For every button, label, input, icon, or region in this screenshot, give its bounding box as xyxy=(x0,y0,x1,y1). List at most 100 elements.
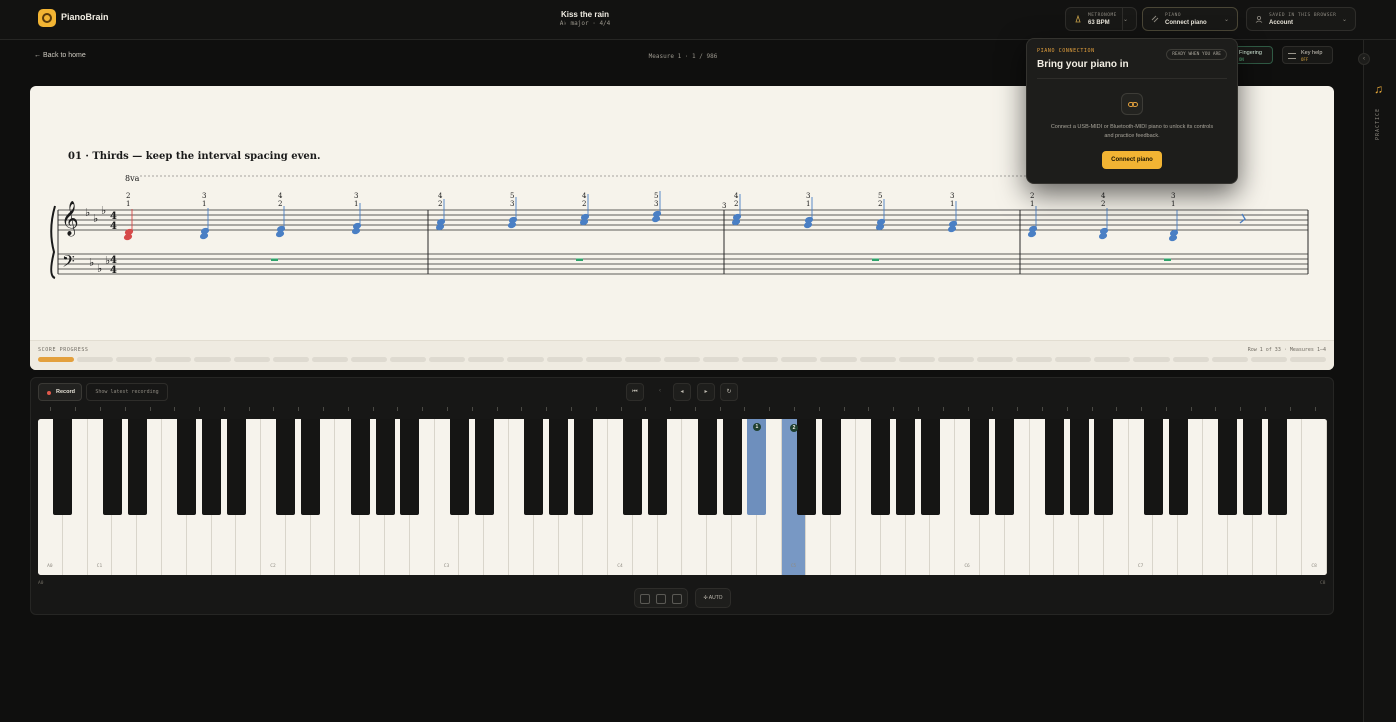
collapse-rail-button[interactable]: ‹ xyxy=(1358,53,1370,65)
progress-segment[interactable] xyxy=(898,357,935,362)
both-hands-icon[interactable] xyxy=(656,594,666,604)
progress-segment[interactable] xyxy=(468,357,505,362)
play-icon[interactable]: ▸ xyxy=(697,383,715,401)
black-key[interactable] xyxy=(449,419,469,515)
chevron-down-icon[interactable]: ⌄ xyxy=(1224,16,1229,23)
black-key[interactable] xyxy=(623,419,643,515)
progress-segment[interactable] xyxy=(585,357,622,362)
key-tick xyxy=(769,407,771,411)
progress-segment[interactable] xyxy=(194,357,231,362)
progress-segment[interactable] xyxy=(116,357,153,362)
black-key[interactable] xyxy=(920,419,940,515)
black-key[interactable] xyxy=(573,419,593,515)
music-note-icon[interactable]: ♫ xyxy=(1374,82,1383,96)
black-key[interactable] xyxy=(375,419,395,515)
progress-segment[interactable] xyxy=(937,357,974,362)
progress-segment[interactable] xyxy=(311,357,348,362)
progress-segment[interactable] xyxy=(38,357,75,362)
progress-segment[interactable] xyxy=(976,357,1014,362)
progress-segment[interactable] xyxy=(1289,357,1326,362)
progress-segment[interactable] xyxy=(429,357,466,362)
black-key[interactable] xyxy=(102,419,122,515)
black-key[interactable] xyxy=(871,419,891,515)
black-key[interactable] xyxy=(697,419,717,515)
flat-icon: ♭ xyxy=(85,206,90,219)
progress-segment[interactable] xyxy=(1094,357,1131,362)
progress-track[interactable] xyxy=(38,357,1326,362)
key-help-toggle[interactable]: Key help OFF xyxy=(1282,46,1333,64)
progress-segment[interactable] xyxy=(624,357,661,362)
black-key[interactable] xyxy=(1094,419,1114,515)
progress-segment[interactable] xyxy=(663,357,701,362)
left-hand-icon[interactable] xyxy=(640,594,650,604)
black-key[interactable] xyxy=(524,419,544,515)
black-key[interactable] xyxy=(648,419,668,515)
progress-segment[interactable] xyxy=(859,357,896,362)
step-back-icon[interactable]: ◂ xyxy=(673,383,691,401)
progress-segment[interactable] xyxy=(77,357,114,362)
progress-segment[interactable] xyxy=(272,357,309,362)
black-key[interactable] xyxy=(177,419,197,515)
progress-segment[interactable] xyxy=(546,357,583,362)
white-key[interactable]: C8 xyxy=(1302,419,1327,575)
progress-segment[interactable] xyxy=(390,357,427,362)
black-key[interactable] xyxy=(549,419,569,515)
progress-segment[interactable] xyxy=(1172,357,1209,362)
progress-segment[interactable] xyxy=(233,357,270,362)
progress-segment[interactable] xyxy=(507,357,544,362)
black-key[interactable] xyxy=(127,419,147,515)
right-hand-icon[interactable] xyxy=(672,594,682,604)
key-tick xyxy=(794,407,796,411)
black-key[interactable] xyxy=(1168,419,1188,515)
black-key[interactable] xyxy=(1243,419,1263,515)
connect-piano-button[interactable]: Connect piano xyxy=(1102,151,1162,169)
black-key[interactable] xyxy=(350,419,370,515)
progress-segment[interactable] xyxy=(350,357,388,362)
black-key[interactable] xyxy=(474,419,494,515)
black-key[interactable] xyxy=(970,419,990,515)
black-key[interactable] xyxy=(796,419,816,515)
progress-segment[interactable] xyxy=(1016,357,1053,362)
hand-selector[interactable] xyxy=(634,588,688,608)
progress-segment[interactable] xyxy=(781,357,818,362)
auto-button[interactable]: ✣ AUTO xyxy=(695,588,731,608)
fingering-state: ON xyxy=(1239,57,1244,62)
black-key[interactable] xyxy=(1069,419,1089,515)
black-key[interactable] xyxy=(202,419,222,515)
progress-segment[interactable] xyxy=(703,357,740,362)
skip-to-start-icon[interactable]: ⏮ xyxy=(626,383,644,401)
black-key[interactable] xyxy=(896,419,916,515)
black-key[interactable] xyxy=(747,419,767,515)
show-latest-recording-button[interactable]: Show latest recording xyxy=(86,383,168,401)
progress-segment[interactable] xyxy=(155,357,192,362)
score-progress-label: SCORE PROGRESS xyxy=(38,347,89,353)
progress-segment[interactable] xyxy=(1250,357,1287,362)
black-key[interactable] xyxy=(1218,419,1238,515)
piano-keyboard[interactable]: A0 C1 C2 C3 C4 C5 C6 C7 C8 1 2 xyxy=(38,419,1327,575)
record-button[interactable]: Record xyxy=(38,383,82,401)
loop-icon[interactable]: ↻ xyxy=(720,383,738,401)
black-key[interactable] xyxy=(722,419,742,515)
metronome-control[interactable]: METRONOME 63 BPM ⌄ xyxy=(1065,7,1137,31)
progress-segment[interactable] xyxy=(742,357,779,362)
black-key[interactable] xyxy=(1143,419,1163,515)
progress-segment[interactable] xyxy=(1055,357,1092,362)
progress-segment[interactable] xyxy=(1133,357,1170,362)
black-key[interactable] xyxy=(53,419,73,515)
black-key[interactable] xyxy=(400,419,420,515)
black-key[interactable] xyxy=(1267,419,1287,515)
black-key[interactable] xyxy=(821,419,841,515)
previous-icon[interactable]: ‹ xyxy=(651,383,669,401)
fingering-number: 4 xyxy=(1101,192,1106,200)
black-key[interactable] xyxy=(995,419,1015,515)
account-control[interactable]: SAVED IN THIS BROWSER Account ⌄ xyxy=(1246,7,1356,31)
progress-segment[interactable] xyxy=(820,357,857,362)
progress-segment[interactable] xyxy=(1211,357,1248,362)
chevron-down-icon[interactable]: ⌄ xyxy=(1342,16,1347,23)
black-key[interactable] xyxy=(226,419,246,515)
piano-connection-control[interactable]: PIANO Connect piano ⌄ xyxy=(1142,7,1238,31)
chevron-down-icon[interactable]: ⌄ xyxy=(1123,16,1128,23)
black-key[interactable] xyxy=(276,419,296,515)
black-key[interactable] xyxy=(301,419,321,515)
black-key[interactable] xyxy=(1044,419,1064,515)
